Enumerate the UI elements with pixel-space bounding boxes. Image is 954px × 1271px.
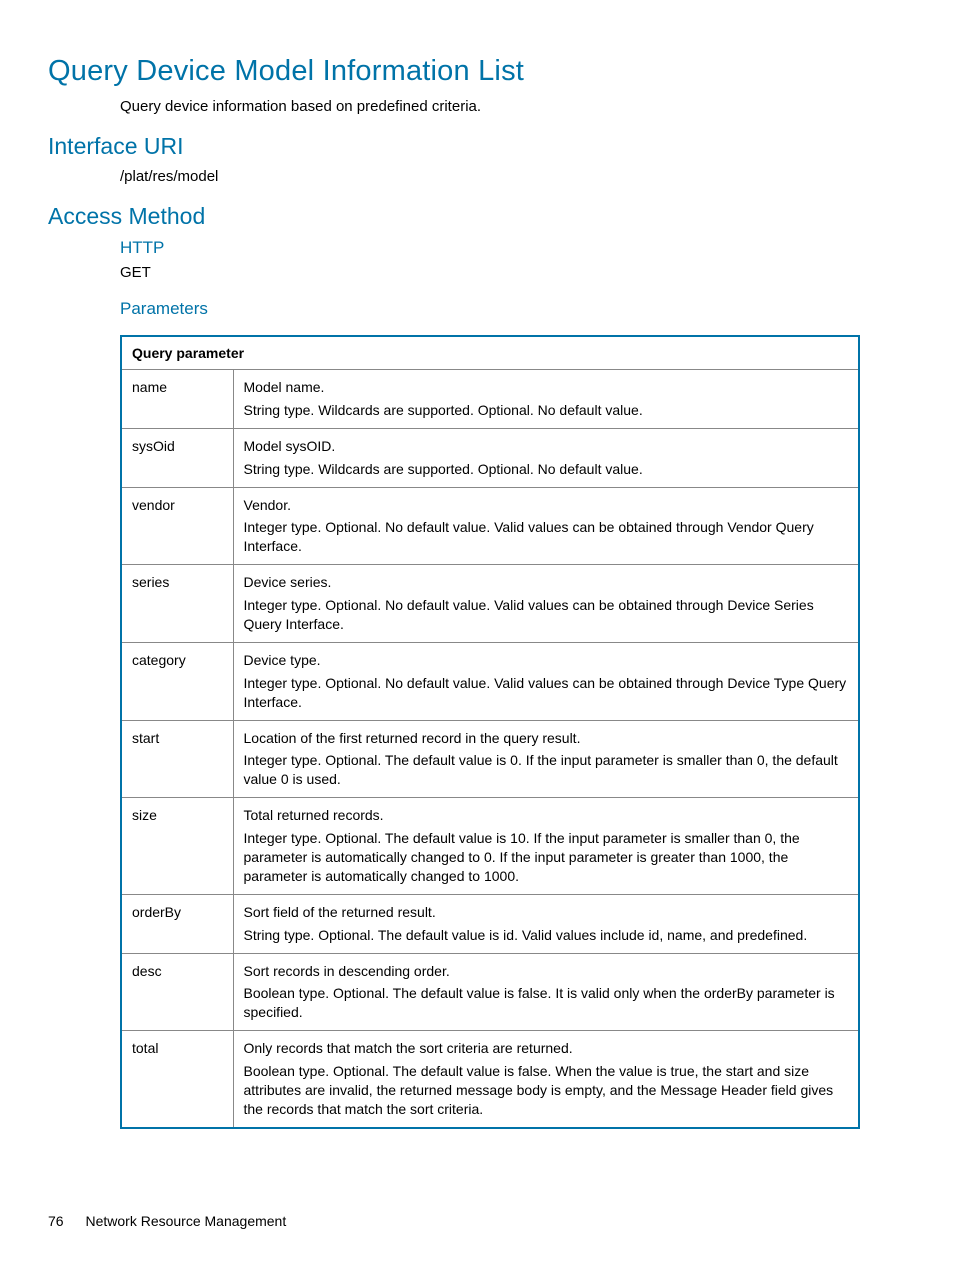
param-name: name [121,370,233,429]
heading-interface-uri: Interface URI [48,133,906,160]
param-description: Model name.String type. Wildcards are su… [233,370,859,429]
table-row: sizeTotal returned records.Integer type.… [121,798,859,895]
table-row: vendorVendor.Integer type. Optional. No … [121,487,859,565]
param-description: Only records that match the sort criteri… [233,1031,859,1128]
table-row: categoryDevice type.Integer type. Option… [121,642,859,720]
param-name: category [121,642,233,720]
table-header: Query parameter [121,336,859,370]
page-intro: Query device information based on predef… [120,98,906,115]
table-row: nameModel name.String type. Wildcards ar… [121,370,859,429]
param-name: sysOid [121,428,233,487]
heading-access-method: Access Method [48,203,906,230]
param-description: Sort records in descending order.Boolean… [233,953,859,1031]
param-name: size [121,798,233,895]
param-name: orderBy [121,894,233,953]
table-row: descSort records in descending order.Boo… [121,953,859,1031]
param-name: vendor [121,487,233,565]
table-row: sysOidModel sysOID.String type. Wildcard… [121,428,859,487]
param-name: desc [121,953,233,1031]
page-number: 76 [48,1213,64,1229]
http-method-value: GET [120,264,906,281]
page-footer: 76 Network Resource Management [48,1213,286,1229]
param-name: start [121,720,233,798]
heading-parameters: Parameters [120,299,906,319]
param-name: total [121,1031,233,1128]
param-description: Model sysOID.String type. Wildcards are … [233,428,859,487]
param-description: Location of the first returned record in… [233,720,859,798]
param-description: Device series.Integer type. Optional. No… [233,565,859,643]
parameters-table: Query parameter nameModel name.String ty… [120,335,860,1129]
param-name: series [121,565,233,643]
footer-section: Network Resource Management [85,1213,286,1229]
table-row: startLocation of the first returned reco… [121,720,859,798]
param-description: Vendor.Integer type. Optional. No defaul… [233,487,859,565]
heading-http: HTTP [120,238,906,258]
param-description: Sort field of the returned result.String… [233,894,859,953]
param-description: Total returned records.Integer type. Opt… [233,798,859,895]
interface-uri-value: /plat/res/model [120,168,906,185]
page-title: Query Device Model Information List [48,55,906,88]
table-row: orderBySort field of the returned result… [121,894,859,953]
table-row: totalOnly records that match the sort cr… [121,1031,859,1128]
table-row: seriesDevice series.Integer type. Option… [121,565,859,643]
param-description: Device type.Integer type. Optional. No d… [233,642,859,720]
